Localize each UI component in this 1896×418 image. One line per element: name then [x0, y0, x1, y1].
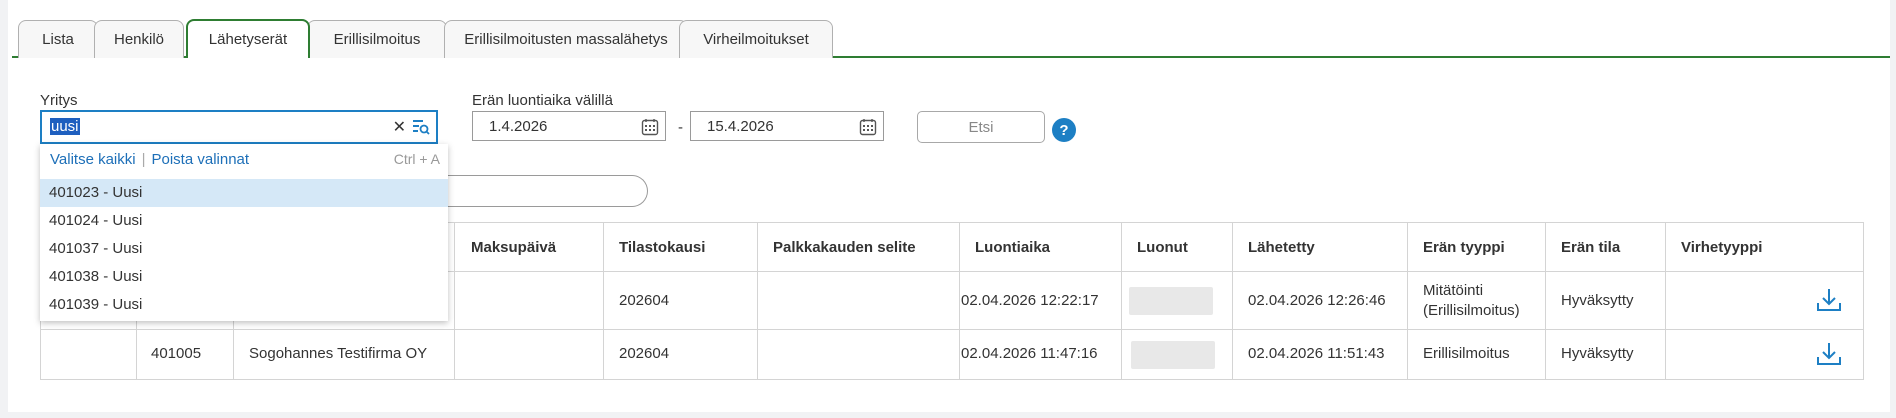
cell-sent: 02.04.2026 12:26:46	[1248, 292, 1386, 309]
cell-type-line1: Mitätöinti	[1423, 282, 1484, 299]
column-header-palkkakauden-selite[interactable]: Palkkakauden selite	[773, 239, 916, 256]
calendar-icon[interactable]	[641, 118, 659, 136]
date-to-value: 15.4.2026	[707, 118, 774, 135]
dropdown-separator: |	[141, 151, 146, 168]
date-to-input[interactable]: 15.4.2026	[690, 111, 884, 141]
calendar-icon[interactable]	[859, 118, 877, 136]
dropdown-option[interactable]: 401039 - Uusi	[40, 291, 448, 319]
tab-henkilo[interactable]: Henkilö	[94, 20, 184, 58]
download-icon[interactable]	[1816, 341, 1842, 367]
clear-selection-link[interactable]: Poista valinnat	[152, 151, 250, 168]
page-frame: Lista Henkilö Lähetyserät Erillisilmoitu…	[8, 0, 1890, 412]
select-all-link[interactable]: Valitse kaikki	[50, 151, 136, 168]
lookup-icon[interactable]	[412, 118, 430, 136]
date-range-label: Erän luontiaika välillä	[472, 92, 613, 109]
cell-created: 02.04.2026 12:22:17	[961, 292, 1099, 309]
column-header-luontiaika[interactable]: Luontiaika	[975, 239, 1050, 256]
dropdown-option[interactable]: 401023 - Uusi	[40, 179, 448, 207]
redacted-creator	[1129, 287, 1213, 315]
date-separator: -	[678, 119, 683, 136]
dropdown-option[interactable]: 401038 - Uusi	[40, 263, 448, 291]
table-search-input[interactable]	[428, 175, 648, 207]
column-header-eran-tila[interactable]: Erän tila	[1561, 239, 1620, 256]
company-input-value: uusi	[50, 118, 80, 135]
column-header-eran-tyyppi[interactable]: Erän tyyppi	[1423, 239, 1505, 256]
cell-type-line1: Erillisilmoitus	[1423, 345, 1510, 362]
cell-company: Sogohannes Testifirma OY	[249, 345, 428, 362]
cell-created: 02.04.2026 11:47:16	[961, 345, 1098, 362]
column-header-virhetyyppi[interactable]: Virhetyyppi	[1681, 239, 1762, 256]
dropdown-option[interactable]: 401024 - Uusi	[40, 207, 448, 235]
cell-sent: 02.04.2026 11:51:43	[1248, 345, 1385, 362]
cell-status: Hyväksytty	[1561, 345, 1634, 362]
dropdown-option[interactable]: 401037 - Uusi	[40, 235, 448, 263]
column-header-maksupaiva[interactable]: Maksupäivä	[471, 239, 556, 256]
tab-massalahetys[interactable]: Erillisilmoitusten massalähetys	[444, 20, 688, 58]
download-icon[interactable]	[1816, 287, 1842, 313]
company-dropdown: Valitse kaikki | Poista valinnat Ctrl + A …	[40, 144, 448, 321]
column-header-tilastokausi[interactable]: Tilastokausi	[619, 239, 705, 256]
date-from-input[interactable]: 1.4.2026	[472, 111, 666, 141]
cell-id: 401005	[151, 345, 202, 362]
redacted-creator	[1131, 341, 1215, 369]
tab-lahetyserat[interactable]: Lähetyserät	[186, 19, 310, 58]
help-icon[interactable]: ?	[1052, 118, 1076, 142]
company-input[interactable]: uusi ✕	[40, 110, 438, 144]
column-header-luonut[interactable]: Luonut	[1137, 239, 1188, 256]
tab-erillisilmoitus[interactable]: Erillisilmoitus	[307, 20, 447, 58]
cell-period: 202604	[619, 345, 670, 362]
dropdown-header: Valitse kaikki | Poista valinnat	[50, 151, 249, 168]
tab-bar: Lista Henkilö Lähetyserät Erillisilmoitu…	[8, 0, 1890, 58]
search-button[interactable]: Etsi	[917, 111, 1045, 143]
clear-icon[interactable]: ✕	[393, 117, 406, 137]
cell-period: 202604	[619, 292, 670, 309]
date-from-value: 1.4.2026	[489, 118, 548, 135]
tab-lista[interactable]: Lista	[18, 20, 98, 58]
table-row[interactable]: 401005 Sogohannes Testifirma OY 202604 0…	[41, 330, 1863, 380]
column-header-lahetetty[interactable]: Lähetetty	[1248, 239, 1315, 256]
cell-status: Hyväksytty	[1561, 292, 1634, 309]
cell-type-line2: (Erillisilmoitus)	[1423, 302, 1520, 319]
shortcut-hint: Ctrl + A	[393, 151, 440, 167]
tab-virheilmoitukset[interactable]: Virheilmoitukset	[679, 20, 833, 58]
company-label: Yritys	[40, 92, 78, 109]
